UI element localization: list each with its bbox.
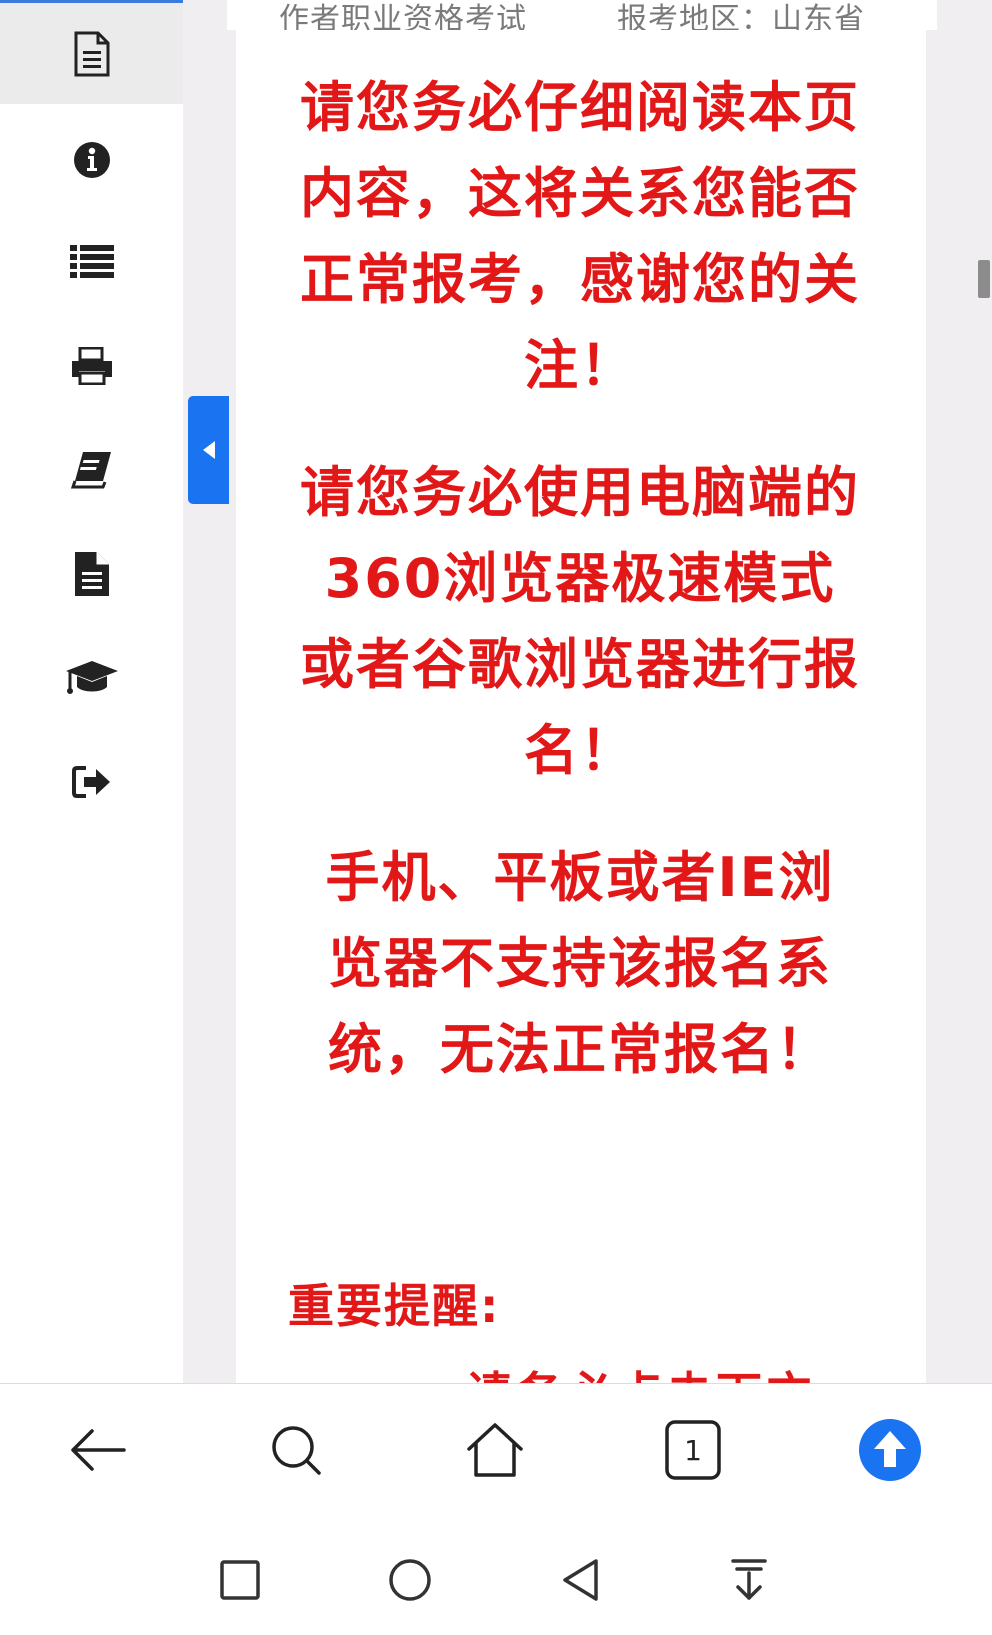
tabs-button[interactable]: 1	[653, 1410, 733, 1490]
home-button[interactable]	[455, 1410, 535, 1490]
back-button[interactable]	[58, 1410, 138, 1490]
sidebar-item-print[interactable]	[0, 314, 183, 418]
printer-icon	[71, 347, 112, 385]
browser-toolbar: 1	[0, 1383, 992, 1524]
sidebar-item-book[interactable]	[0, 418, 183, 522]
home-circle-icon	[389, 1559, 431, 1601]
logout-icon	[71, 766, 110, 798]
system-home-button[interactable]	[375, 1545, 445, 1615]
search-button[interactable]	[256, 1410, 336, 1490]
book-icon	[70, 452, 111, 489]
notice-browser-requirement: 请您务必使用电脑端的360浏览器极速模式或者谷歌浏览器进行报名！	[300, 461, 860, 782]
important-reminder-title: 重要提醒:	[288, 1279, 501, 1333]
exam-name: 作者职业资格考试	[279, 2, 527, 30]
sidebar-item-file[interactable]	[0, 522, 183, 626]
file-icon	[74, 552, 109, 596]
sidebar-item-info[interactable]	[0, 108, 183, 212]
home-icon	[467, 1423, 523, 1477]
system-back-button[interactable]	[545, 1545, 615, 1615]
upload-icon	[859, 1419, 921, 1481]
exam-region: 报考地区：山东省	[617, 2, 865, 30]
document-icon	[74, 31, 109, 76]
list-icon	[69, 245, 114, 278]
sidebar	[0, 0, 183, 1383]
back-arrow-icon	[71, 1429, 126, 1471]
download-icon	[731, 1559, 767, 1600]
recent-apps-button[interactable]	[205, 1545, 275, 1615]
scrollbar-thumb[interactable]	[978, 260, 990, 298]
tab-count: 1	[684, 1433, 702, 1467]
reminder-text: 请务必点击下方	[466, 1358, 816, 1383]
sidebar-item-logout[interactable]	[0, 730, 183, 834]
system-navigation-bar	[0, 1523, 992, 1635]
collapse-left-icon	[202, 441, 215, 459]
sidebar-item-list[interactable]	[0, 210, 183, 314]
sidebar-collapse-button[interactable]	[188, 396, 229, 504]
notification-pull-down-button[interactable]	[714, 1545, 784, 1615]
recent-apps-icon	[220, 1560, 260, 1600]
upload-button[interactable]	[850, 1410, 930, 1490]
back-triangle-icon	[563, 1559, 598, 1601]
notice-read-carefully: 请您务必仔细阅读本页内容，这将关系您能否正常报考，感谢您的关注！	[300, 76, 860, 397]
sidebar-item-education[interactable]	[0, 626, 183, 730]
sidebar-item-document[interactable]	[0, 0, 183, 104]
content-area: 作者职业资格考试 报考地区：山东省 请您务必仔细阅读本页内容，这将关系您能否正常…	[0, 0, 992, 1383]
graduation-cap-icon	[65, 661, 118, 694]
info-icon	[73, 142, 110, 178]
exam-info-bar: 作者职业资格考试 报考地区：山东省	[227, 0, 937, 30]
notice-unsupported-devices: 手机、平板或者IE浏览器不支持该报名系统，无法正常报名！	[325, 846, 835, 1081]
search-icon	[272, 1426, 321, 1475]
